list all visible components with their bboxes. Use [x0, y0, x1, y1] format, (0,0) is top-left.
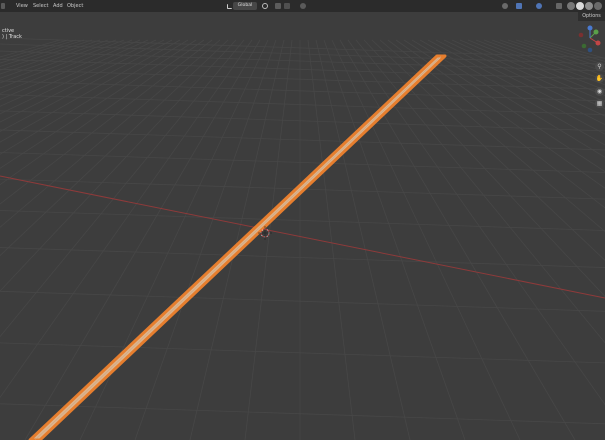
neg-z-axis-handle[interactable]: [587, 47, 593, 53]
x-axis-line: [0, 175, 605, 299]
snap-icon[interactable]: [275, 3, 281, 9]
orientation-dropdown[interactable]: Global: [233, 2, 257, 10]
3d-viewport[interactable]: [0, 12, 605, 440]
rendered-shading-icon[interactable]: [594, 2, 602, 10]
options-button[interactable]: Options: [578, 12, 605, 21]
track-edges: [34, 55, 442, 440]
camera-icon[interactable]: ◉: [595, 87, 604, 96]
menu-view[interactable]: View: [16, 0, 28, 12]
overlay-icon[interactable]: [536, 3, 542, 9]
material-shading-icon[interactable]: [585, 2, 593, 10]
pivot-icon[interactable]: [262, 3, 268, 9]
grid-icon[interactable]: ▦: [595, 99, 604, 108]
wireframe-shading-icon[interactable]: [567, 2, 575, 10]
xray-icon[interactable]: [556, 3, 562, 9]
floor-grid: [0, 37, 605, 440]
z-axis-handle[interactable]: [587, 25, 593, 31]
menu-select[interactable]: Select: [33, 0, 48, 12]
navigation-gizmo[interactable]: [576, 24, 604, 54]
viewport-header: View Select Add Object Global: [0, 0, 605, 12]
transform-orientation-icon[interactable]: [227, 4, 232, 9]
hand-icon[interactable]: ✋: [595, 74, 604, 83]
y-axis-handle[interactable]: [593, 29, 599, 35]
orientation-label: Global: [237, 3, 253, 8]
proportional-edit-icon[interactable]: [300, 3, 306, 9]
snap-target-icon[interactable]: [284, 3, 290, 9]
neg-x-axis-handle[interactable]: [578, 32, 584, 38]
neg-y-axis-handle[interactable]: [581, 43, 587, 49]
menu-add[interactable]: Add: [53, 0, 63, 12]
x-axis-handle[interactable]: [595, 40, 601, 46]
visibility-icon[interactable]: [502, 3, 508, 9]
menu-object[interactable]: Object: [67, 0, 83, 12]
zoom-icon[interactable]: ⚲: [595, 62, 604, 71]
gizmo-toggle-icon[interactable]: [516, 3, 522, 9]
collection-object-text: ) | Track: [2, 34, 22, 40]
editor-type-icon[interactable]: [1, 3, 5, 9]
solid-shading-icon[interactable]: [576, 2, 584, 10]
options-label: Options: [582, 14, 601, 19]
viewport-info-text: ctive ) | Track: [2, 28, 22, 40]
